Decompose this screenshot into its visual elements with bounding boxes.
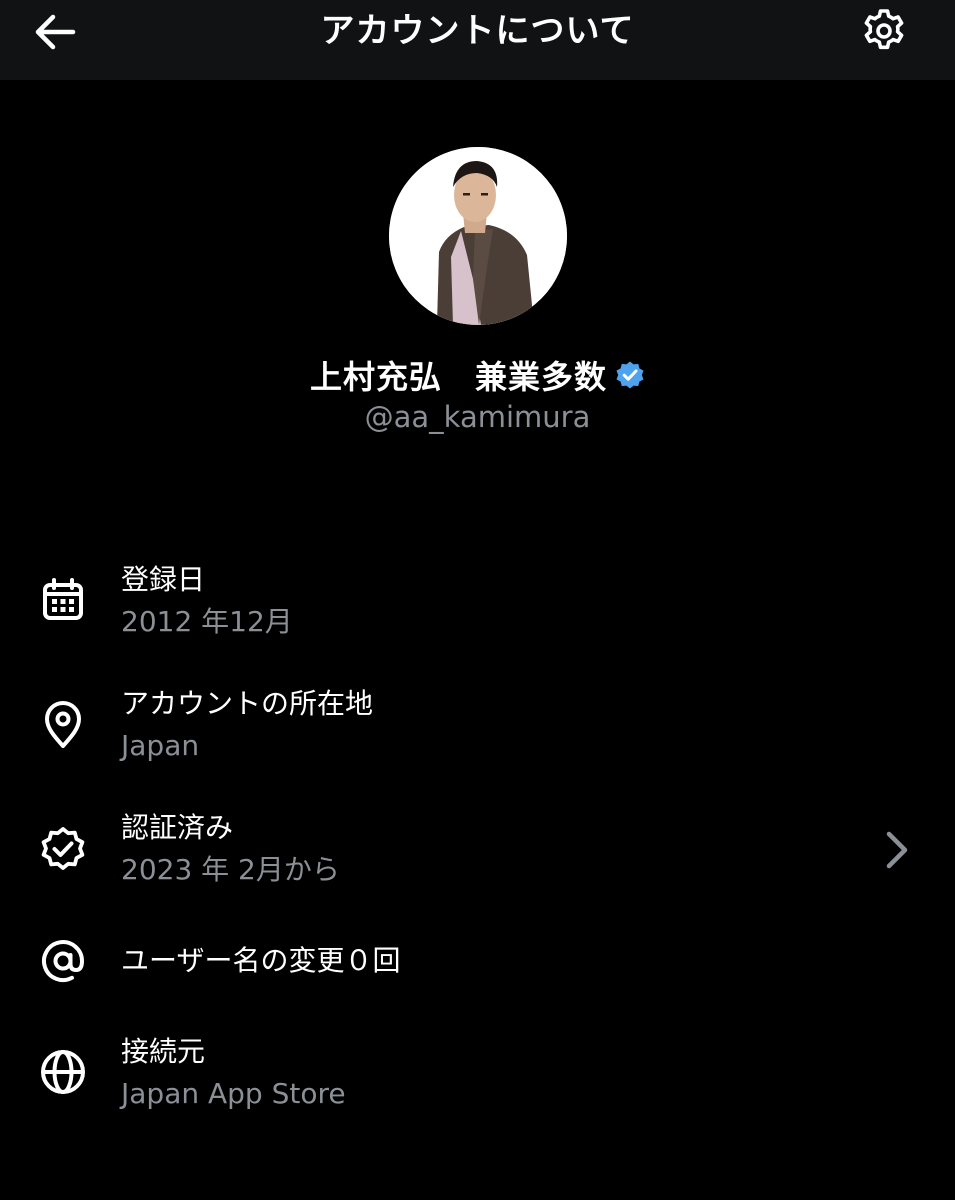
display-name: 上村充弘 兼業多数 <box>309 358 607 396</box>
registration-date-value: 2012 年12月 <box>121 605 293 638</box>
display-name-row: 上村充弘 兼業多数 <box>0 350 955 400</box>
profile-photo <box>389 147 567 325</box>
verified-label: 認証済み <box>121 811 234 844</box>
location-pin-icon <box>36 698 90 752</box>
connected-via-value: Japan App Store <box>121 1077 346 1110</box>
page-title: アカウントについて <box>320 11 635 51</box>
gear-icon <box>864 9 904 50</box>
top-bar: アカウントについて <box>0 0 955 80</box>
connected-via-row: 接続元 Japan App Store <box>0 1032 955 1112</box>
verified-row[interactable]: 認証済み 2023 年 2月から <box>0 808 955 888</box>
chevron-right-icon[interactable] <box>876 825 916 875</box>
verified-since-value: 2023 年 2月から <box>121 853 340 886</box>
calendar-icon <box>36 573 90 627</box>
at-sign-icon <box>36 934 90 988</box>
account-location-value: Japan <box>121 729 200 762</box>
account-location-label: アカウントの所在地 <box>121 687 374 720</box>
username-changes-label: ユーザー名の変更０回 <box>121 944 401 977</box>
account-location-row: アカウントの所在地 Japan <box>0 684 955 764</box>
connected-via-label: 接続元 <box>121 1035 206 1068</box>
avatar[interactable] <box>389 147 567 325</box>
globe-icon <box>36 1045 90 1099</box>
username-changes-row: ユーザー名の変更０回 <box>0 935 955 989</box>
verified-check-icon[interactable] <box>615 360 645 390</box>
registration-date-label: 登録日 <box>121 563 206 596</box>
settings-button[interactable] <box>856 6 912 56</box>
user-handle: @aa_kamimura <box>364 400 591 434</box>
verified-badge-icon <box>36 822 90 876</box>
registration-date-row: 登録日 2012 年12月 <box>0 560 955 640</box>
